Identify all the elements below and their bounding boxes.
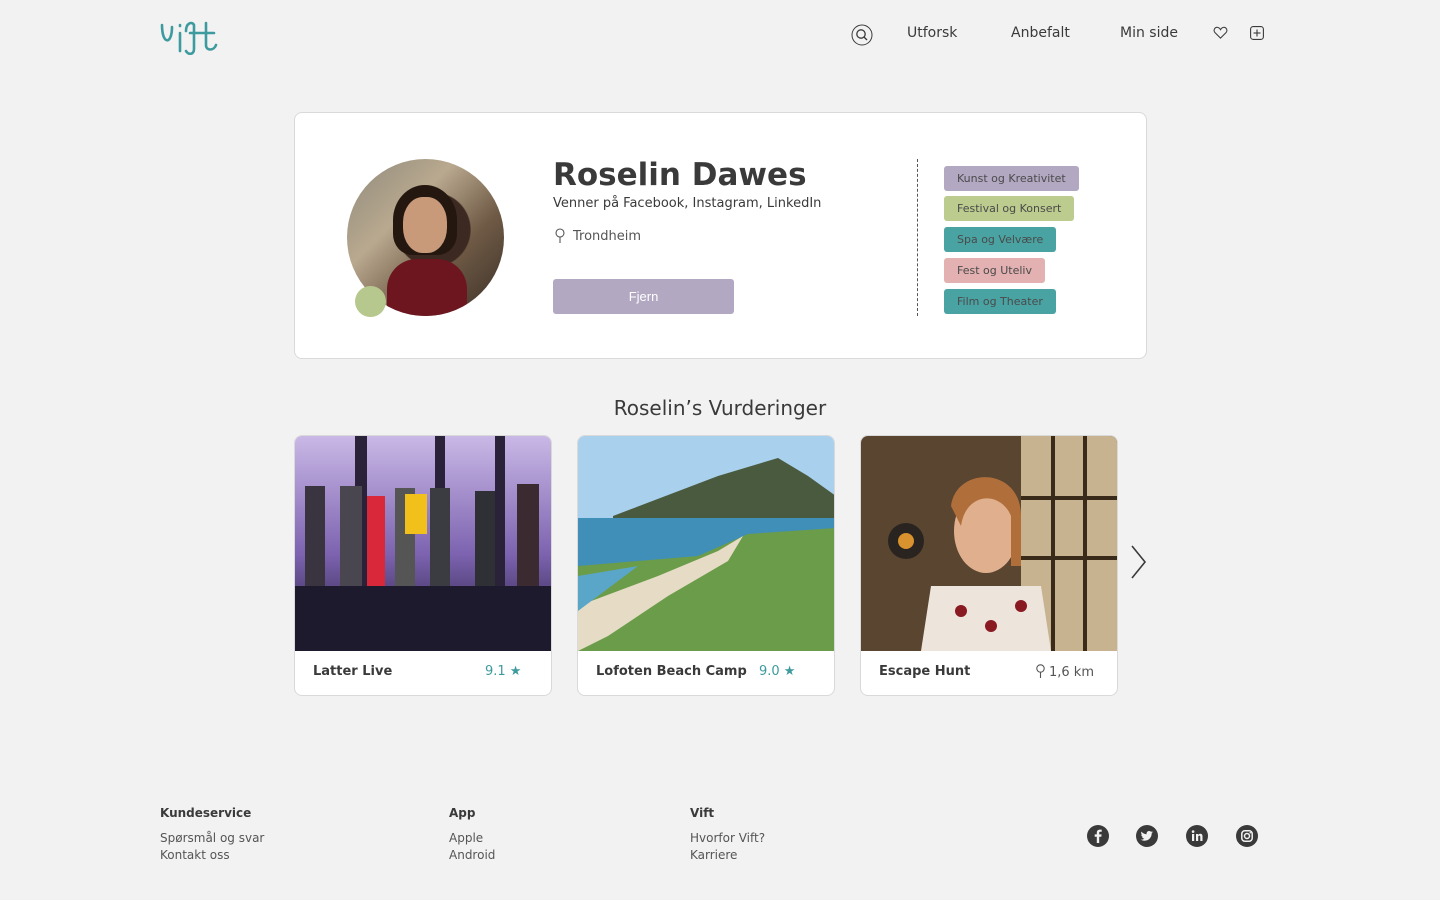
card-score: 9.1 ★ — [485, 664, 522, 679]
card-distance: 1,6 km — [1036, 664, 1094, 680]
footer-link[interactable]: Apple — [449, 830, 495, 847]
interest-tag: Fest og Uteliv — [944, 258, 1045, 283]
heart-icon[interactable] — [1213, 25, 1228, 40]
search-icon[interactable] — [851, 24, 873, 46]
nav-anbefalt[interactable]: Anbefalt — [1011, 25, 1070, 41]
card-image — [861, 436, 1117, 651]
rating-card[interactable]: Escape Hunt 1,6 km — [860, 435, 1118, 696]
footer-app: App Apple Android — [449, 806, 495, 864]
card-title: Lofoten Beach Camp — [596, 664, 747, 679]
interest-tag: Kunst og Kreativitet — [944, 166, 1079, 191]
footer-link[interactable]: Android — [449, 847, 495, 864]
footer-link[interactable]: Spørsmål og svar — [160, 830, 264, 847]
interest-tag: Film og Theater — [944, 289, 1056, 314]
distance-label: 1,6 km — [1049, 665, 1094, 680]
remove-button[interactable]: Fjern — [553, 279, 734, 314]
chevron-right-icon[interactable] — [1128, 544, 1148, 580]
ratings-title: Roselin’s Vurderinger — [613, 396, 827, 420]
card-image — [295, 436, 551, 651]
location-label: Trondheim — [573, 229, 642, 244]
card-image — [578, 436, 834, 651]
profile-location: Trondheim — [555, 228, 641, 244]
twitter-icon[interactable] — [1135, 824, 1159, 848]
instagram-icon[interactable] — [1235, 824, 1259, 848]
footer-heading: App — [449, 806, 476, 820]
card-title: Escape Hunt — [879, 664, 971, 679]
avatar-face — [403, 197, 447, 253]
divider — [917, 159, 918, 316]
interest-tag: Spa og Velvære — [944, 227, 1057, 252]
footer-link[interactable]: Kontakt oss — [160, 847, 264, 864]
facebook-icon[interactable] — [1086, 824, 1110, 848]
top-nav: Utforsk Anbefalt Min side — [0, 22, 1440, 50]
footer-heading: Kundeservice — [160, 806, 252, 820]
interest-tag: Festival og Konsert — [944, 196, 1075, 221]
footer-vift: Vift Hvorfor Vift? Karriere — [690, 806, 765, 864]
profile-card: Roselin Dawes Venner på Facebook, Instag… — [294, 112, 1147, 359]
card-score: 9.0 ★ — [759, 664, 796, 679]
profile-name: Roselin Dawes — [553, 157, 807, 193]
footer-link[interactable]: Hvorfor Vift? — [690, 830, 765, 847]
profile-friends: Venner på Facebook, Instagram, LinkedIn — [553, 196, 822, 211]
location-pin-icon — [555, 228, 565, 243]
plus-square-icon[interactable] — [1250, 26, 1264, 40]
footer-kundeservice: Kundeservice Spørsmål og svar Kontakt os… — [160, 806, 264, 864]
avatar-shirt — [387, 259, 467, 316]
nav-min-side[interactable]: Min side — [1120, 25, 1178, 41]
rating-card[interactable]: Lofoten Beach Camp 9.0 ★ — [577, 435, 835, 696]
rating-card[interactable]: Latter Live 9.1 ★ — [294, 435, 552, 696]
nav-utforsk[interactable]: Utforsk — [907, 25, 957, 41]
footer-link[interactable]: Karriere — [690, 847, 765, 864]
linkedin-icon[interactable] — [1185, 824, 1209, 848]
footer-heading: Vift — [690, 806, 715, 820]
card-title: Latter Live — [313, 664, 393, 679]
status-dot — [355, 286, 386, 317]
location-pin-icon — [1036, 664, 1045, 678]
